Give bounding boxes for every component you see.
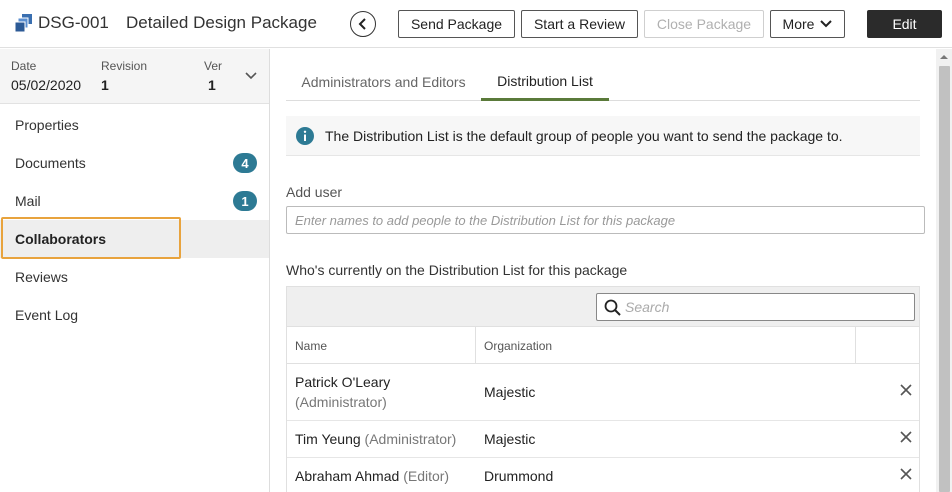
search-icon [604, 299, 621, 316]
sidebar-item-label: Documents [15, 155, 86, 171]
row-organization: Majestic [484, 384, 536, 400]
edit-button[interactable]: Edit [867, 10, 942, 38]
person-name: Tim Yeung [295, 431, 361, 447]
revision-label: Revision [101, 59, 148, 73]
column-header-actions [856, 327, 919, 364]
package-icon [15, 14, 32, 32]
close-icon[interactable] [899, 467, 913, 481]
sidebar-item-label: Reviews [15, 269, 68, 285]
row-name-cell: Abraham Ahmad (Editor) [295, 466, 449, 486]
start-review-button[interactable]: Start a Review [521, 10, 638, 38]
count-badge: 1 [233, 191, 257, 211]
close-package-button[interactable]: Close Package [644, 10, 764, 38]
info-banner: The Distribution List is the default gro… [286, 116, 920, 156]
scrollbar-thumb[interactable] [939, 66, 950, 492]
main-content: Administrators and Editors Distribution … [271, 49, 952, 492]
scroll-up-arrow-icon[interactable] [939, 52, 949, 62]
table-row: Patrick O'Leary (Administrator) Majestic [287, 364, 919, 421]
person-role: (Editor) [403, 468, 450, 484]
search-box[interactable] [596, 293, 915, 321]
sidebar-item-collaborators[interactable]: Collaborators [0, 220, 269, 258]
sidebar-item-label: Properties [15, 117, 79, 133]
sidebar-item-reviews[interactable]: Reviews [0, 258, 269, 296]
table-header: Name Organization [287, 327, 919, 364]
tab-distribution-list[interactable]: Distribution List [481, 63, 609, 101]
table-toolbar [287, 287, 919, 327]
person-name: Abraham Ahmad [295, 468, 400, 484]
tab-label: Administrators and Editors [301, 74, 466, 90]
tab-label: Distribution List [497, 72, 593, 89]
distribution-list-label: Who's currently on the Distribution List… [286, 262, 628, 278]
column-header-organization[interactable]: Organization [476, 327, 856, 364]
row-organization: Majestic [484, 431, 536, 447]
send-package-button[interactable]: Send Package [398, 10, 515, 38]
column-header-name[interactable]: Name [287, 327, 476, 364]
chevron-down-icon[interactable] [244, 69, 258, 83]
row-organization: Drummond [484, 468, 554, 484]
person-role: (Administrator) [364, 431, 457, 447]
date-value: 05/02/2020 [11, 77, 82, 93]
sidebar-item-properties[interactable]: Properties [0, 106, 269, 144]
sidebar-item-label: Mail [15, 193, 41, 209]
back-button[interactable] [350, 11, 376, 37]
document-id: DSG-001 [38, 13, 109, 32]
document-title: Detailed Design Package [126, 13, 317, 32]
close-icon[interactable] [899, 383, 913, 397]
sidebar-item-mail[interactable]: Mail 1 [0, 182, 269, 220]
row-name-cell: Tim Yeung (Administrator) [295, 429, 456, 449]
column-label: Name [295, 338, 328, 353]
date-label: Date [11, 59, 37, 73]
info-icon [296, 127, 314, 145]
ver-label: Ver [204, 59, 223, 73]
revision-value: 1 [101, 77, 109, 93]
ver-value: 1 [208, 77, 216, 93]
row-name-cell: Patrick O'Leary (Administrator) [295, 372, 475, 412]
add-user-input[interactable] [286, 206, 925, 234]
tab-administrators-and-editors[interactable]: Administrators and Editors [286, 63, 481, 101]
more-button[interactable]: More [770, 10, 845, 38]
sidebar: Date 05/02/2020 Revision 1 Ver 1 Propert… [0, 49, 270, 492]
tab-bar: Administrators and Editors Distribution … [286, 63, 920, 101]
distribution-table: Name Organization Patrick O'Leary (Admin… [286, 286, 920, 492]
sidebar-item-label: Event Log [15, 307, 79, 323]
more-label: More [782, 16, 815, 32]
sidebar-item-event-log[interactable]: Event Log [0, 296, 269, 334]
column-label: Organization [484, 338, 553, 353]
search-input[interactable] [625, 295, 910, 319]
table-row: Abraham Ahmad (Editor) Drummond [287, 458, 919, 492]
sidebar-item-documents[interactable]: Documents 4 [0, 144, 269, 182]
close-icon[interactable] [899, 430, 913, 444]
package-meta: Date 05/02/2020 Revision 1 Ver 1 [0, 49, 269, 104]
sidebar-item-label: Collaborators [15, 231, 107, 247]
count-badge: 4 [233, 153, 257, 173]
chevron-down-icon [820, 20, 833, 28]
info-text: The Distribution List is the default gro… [325, 128, 843, 144]
person-name: Patrick O'Leary [295, 374, 391, 390]
add-user-label: Add user [286, 184, 343, 200]
table-row: Tim Yeung (Administrator) Majestic [287, 421, 919, 458]
chevron-left-icon [358, 18, 366, 30]
person-role: (Administrator) [295, 394, 387, 410]
header: DSG-001 Detailed Design Package Send Pac… [0, 0, 952, 48]
